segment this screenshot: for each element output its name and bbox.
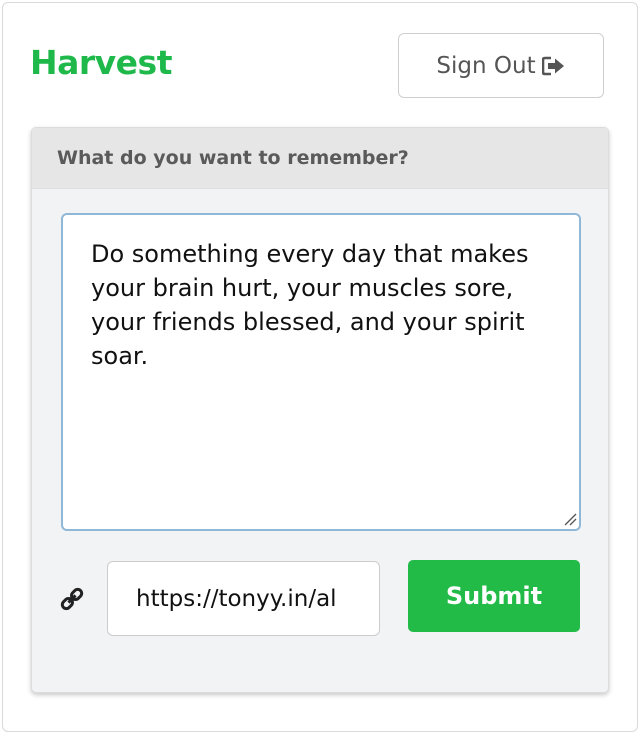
sign-out-icon	[541, 56, 566, 76]
memory-textarea[interactable]: Do something every day that makes your b…	[61, 213, 581, 531]
card-title: What do you want to remember?	[57, 147, 409, 169]
url-input[interactable]	[107, 561, 380, 636]
submit-button[interactable]: Submit	[408, 560, 580, 632]
sign-out-button[interactable]: Sign Out	[398, 33, 604, 98]
brand-title: Harvest	[30, 43, 172, 82]
link-icon	[60, 586, 84, 612]
card-header: What do you want to remember?	[32, 128, 608, 189]
resize-grip-icon[interactable]	[563, 512, 577, 526]
memory-card: What do you want to remember? Do somethi…	[31, 127, 609, 693]
sign-out-label: Sign Out	[436, 52, 536, 79]
